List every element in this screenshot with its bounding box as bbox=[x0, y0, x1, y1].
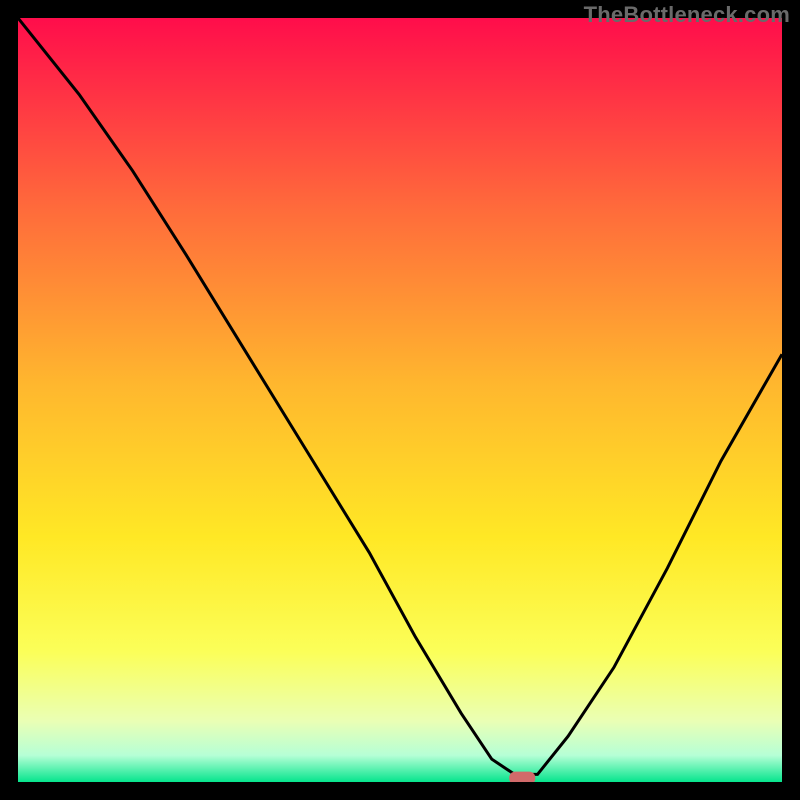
gradient-background bbox=[18, 18, 782, 782]
chart-svg bbox=[0, 0, 800, 800]
bottleneck-chart: TheBottleneck.com bbox=[0, 0, 800, 800]
watermark-text: TheBottleneck.com bbox=[584, 2, 790, 28]
